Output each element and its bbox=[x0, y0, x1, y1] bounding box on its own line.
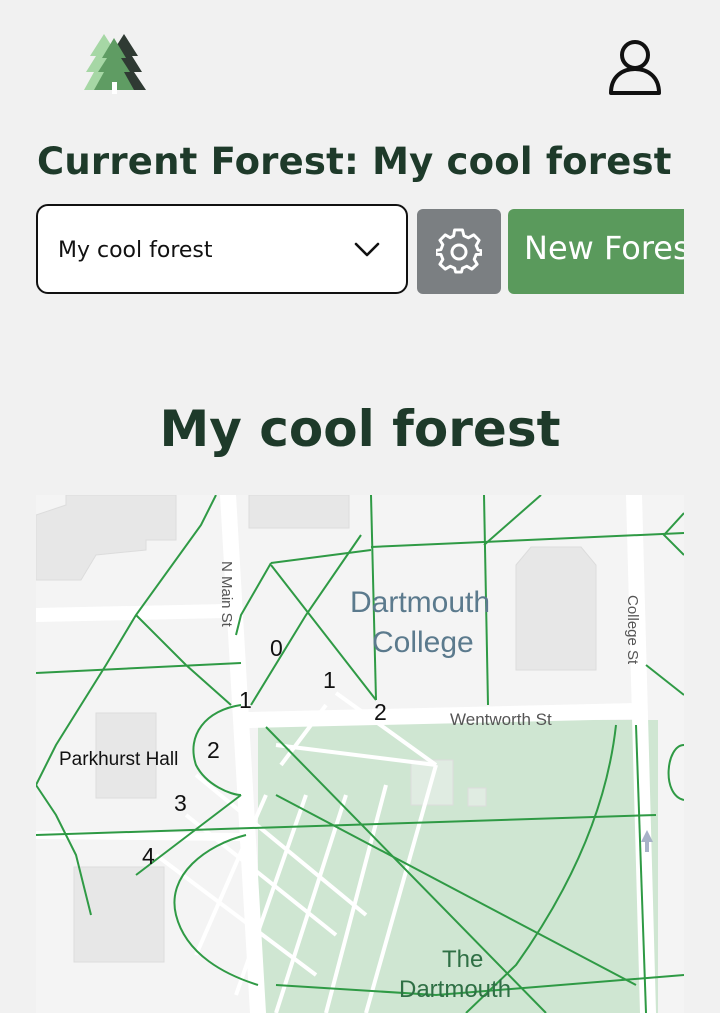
map-label-green: Dartmouth bbox=[399, 976, 511, 1003]
tree-marker-1a[interactable]: 1 bbox=[323, 667, 336, 693]
map-label-green: The bbox=[442, 946, 483, 973]
gear-icon bbox=[436, 228, 482, 274]
route-line bbox=[270, 549, 372, 564]
map-label-parkhurst: Parkhurst Hall bbox=[59, 749, 178, 770]
building bbox=[36, 495, 177, 581]
building bbox=[248, 495, 350, 529]
tree-marker-3[interactable]: 3 bbox=[174, 790, 187, 816]
route-line bbox=[250, 534, 362, 706]
route-line bbox=[667, 744, 684, 801]
map-label-wentworth-st: Wentworth St bbox=[450, 710, 552, 729]
settings-button[interactable] bbox=[417, 209, 501, 294]
current-forest-title: Current Forest: My cool forest bbox=[37, 140, 672, 183]
building bbox=[515, 546, 597, 671]
chevron-down-icon bbox=[354, 242, 380, 257]
forest-map[interactable]: N Main St College St Wentworth St Dartmo… bbox=[36, 495, 684, 1013]
building bbox=[467, 787, 487, 807]
forest-select-value: My cool forest bbox=[58, 238, 213, 263]
map-label-college-st: College St bbox=[624, 595, 641, 665]
map-label-dartmouth-college: College bbox=[372, 626, 474, 659]
tree-marker-2b[interactable]: 2 bbox=[207, 737, 220, 763]
forest-select[interactable]: My cool forest bbox=[36, 204, 408, 294]
map-label-main-st: N Main St bbox=[218, 561, 235, 628]
route-line bbox=[36, 662, 242, 674]
forest-logo-icon[interactable] bbox=[82, 32, 152, 96]
tree-marker-4[interactable]: 4 bbox=[142, 843, 155, 869]
building bbox=[73, 866, 165, 963]
route-line bbox=[483, 495, 542, 546]
tree-marker-1b[interactable]: 1 bbox=[239, 687, 252, 713]
route-line bbox=[135, 614, 232, 706]
route-line bbox=[645, 664, 684, 696]
map-label-dartmouth-college: Dartmouth bbox=[350, 586, 490, 619]
tree-marker-2a[interactable]: 2 bbox=[374, 699, 387, 725]
tree-marker-0[interactable]: 0 bbox=[270, 635, 283, 661]
road-wentworth bbox=[242, 703, 644, 728]
new-forest-button-label: New Forest bbox=[524, 229, 684, 267]
road-west bbox=[36, 604, 233, 622]
new-forest-button[interactable]: New Forest bbox=[508, 209, 684, 294]
forest-name-heading: My cool forest bbox=[159, 400, 561, 458]
user-profile-icon[interactable] bbox=[606, 38, 664, 96]
